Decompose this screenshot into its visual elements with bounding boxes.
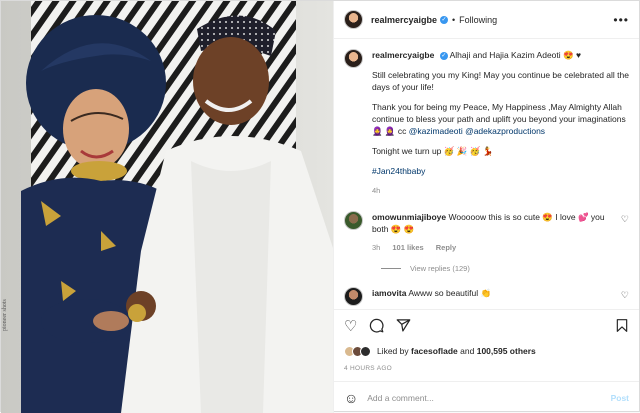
more-options-icon[interactable]: ••• <box>613 13 629 27</box>
post-header: realmercyaigbe ✓ • Following ••• <box>333 1 639 39</box>
likes-prefix: Liked by <box>376 346 409 356</box>
comment-like-icon[interactable]: ♡ <box>621 290 629 301</box>
hashtag-link[interactable]: #Jan24thbaby <box>372 165 629 177</box>
comment-input[interactable] <box>367 392 611 403</box>
photo-watermark: pioneer shots <box>2 299 8 331</box>
comment-body: iamovita Awww so beautiful 👏 <box>372 287 629 306</box>
post-container: pioneer shots realmercyaigbe ✓ • Followi… <box>0 0 640 413</box>
comment-item: omowunmiajiboye Wooooow this is so cute … <box>343 211 629 254</box>
verified-badge-icon: ✓ <box>439 51 448 60</box>
comment-item: iamovita Awww so beautiful 👏 ♡ <box>343 287 629 306</box>
post-sidebar: realmercyaigbe ✓ • Following ••• realmer… <box>332 1 639 413</box>
header-separator: • <box>452 14 456 25</box>
caption-age: 4h <box>371 186 381 195</box>
comment-age: 3h <box>371 243 381 252</box>
caption-paragraph: Still celebrating you my King! May you c… <box>371 70 629 92</box>
post-photo[interactable]: pioneer shots <box>1 1 333 413</box>
heart-icon[interactable]: ♡ <box>344 319 357 334</box>
comments-section: realmercyaigbe ✓ Alhaji and Hajia Kazim … <box>334 39 639 309</box>
caption-body: realmercyaigbe ✓ Alhaji and Hajia Kazim … <box>372 49 629 197</box>
comment-meta: 3h 101 likes Reply <box>372 242 629 254</box>
likes-others[interactable]: 100,595 others <box>477 346 536 356</box>
view-replies-button[interactable]: View replies (129) <box>380 264 629 273</box>
commenter-avatar[interactable] <box>343 211 363 230</box>
comment-body: omowunmiajiboye Wooooow this is so cute … <box>372 211 629 254</box>
post-image: pioneer shots <box>1 1 333 413</box>
caption-paragraph: Thank you for being my Peace, My Happine… <box>372 101 629 137</box>
mention-link[interactable]: @kazimadeoti <box>409 126 463 136</box>
comment-like-icon[interactable]: ♡ <box>621 214 629 225</box>
comment-icon[interactable] <box>369 318 384 336</box>
post-comment-button[interactable]: Post <box>611 393 629 403</box>
likes-summary: Liked by facesoflade and 100,595 others <box>334 343 639 359</box>
caption-paragraph: Tonight we turn up 🥳 🎉 🥳 💃 <box>371 146 494 156</box>
add-comment-bar: ☺ Post <box>333 381 639 413</box>
caption-row: realmercyaigbe ✓ Alhaji and Hajia Kazim … <box>343 49 629 197</box>
comment-likes[interactable]: 101 likes <box>392 243 423 252</box>
verified-badge-icon: ✓ <box>440 15 448 24</box>
author-avatar[interactable] <box>343 10 363 29</box>
caption-title: Alhaji and Hajia Kazim Adeoti 😍 ♥ <box>449 50 581 60</box>
commenter-username[interactable]: iamovita <box>372 288 407 298</box>
bookmark-icon[interactable] <box>615 318 629 336</box>
comment-text: Awww so beautiful 👏 <box>408 288 492 298</box>
caption-avatar[interactable] <box>343 49 363 68</box>
commenter-username[interactable]: omowunmiajiboye <box>372 212 446 222</box>
caption-username[interactable]: realmercyaigbe <box>372 50 434 60</box>
likes-and: and <box>460 346 475 356</box>
liker-avatar[interactable] <box>359 345 371 357</box>
liker-username[interactable]: facesoflade <box>411 346 458 356</box>
commenter-avatar[interactable] <box>343 287 363 306</box>
following-button[interactable]: Following <box>459 15 497 25</box>
replies-line-divider <box>380 268 401 269</box>
reply-button[interactable]: Reply <box>436 243 456 252</box>
author-username[interactable]: realmercyaigbe <box>371 15 437 25</box>
post-timestamp[interactable]: 4 HOURS AGO <box>334 359 639 381</box>
liker-avatars <box>343 345 371 357</box>
share-icon[interactable] <box>396 318 411 336</box>
action-bar: ♡ <box>333 309 639 343</box>
emoji-icon[interactable]: ☺ <box>344 390 358 406</box>
view-replies-label: View replies (129) <box>409 264 470 273</box>
mention-link[interactable]: @adekazproductions <box>465 126 545 136</box>
